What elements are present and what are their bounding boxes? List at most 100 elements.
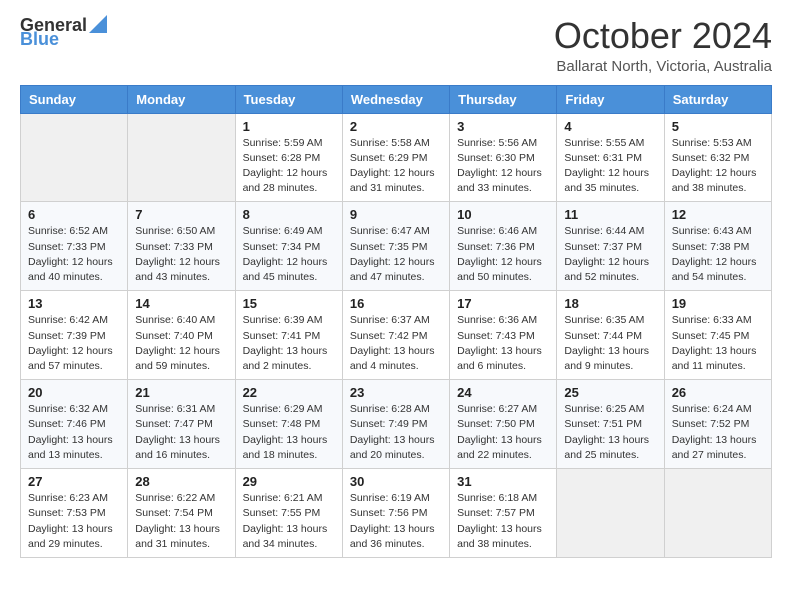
- calendar-week-3: 13 Sunrise: 6:42 AMSunset: 7:39 PMDayligh…: [21, 291, 772, 380]
- day-number: 31: [457, 474, 549, 489]
- day-info: Sunrise: 6:24 AMSunset: 7:52 PMDaylight:…: [672, 402, 764, 463]
- table-row: 21 Sunrise: 6:31 AMSunset: 7:47 PMDayligh…: [128, 380, 235, 469]
- table-row: 30Sunrise: 6:19 AMSunset: 7:56 PMDayligh…: [342, 469, 449, 558]
- page: General Blue October 2024 Ballarat North…: [0, 0, 792, 570]
- day-number: 8: [243, 207, 335, 222]
- day-number: 21: [135, 385, 227, 400]
- day-info: Sunrise: 6:33 AMSunset: 7:45 PMDaylight:…: [672, 313, 764, 374]
- calendar-table: Sunday Monday Tuesday Wednesday Thursday…: [20, 85, 772, 558]
- table-row: 27Sunrise: 6:23 AMSunset: 7:53 PMDayligh…: [21, 469, 128, 558]
- day-number: 9: [350, 207, 442, 222]
- table-row: 9Sunrise: 6:47 AMSunset: 7:35 PMDaylight…: [342, 202, 449, 291]
- day-info: Sunrise: 6:52 AMSunset: 7:33 PMDaylight:…: [28, 224, 120, 285]
- day-number: 28: [135, 474, 227, 489]
- table-row: 11Sunrise: 6:44 AMSunset: 7:37 PMDayligh…: [557, 202, 664, 291]
- header-friday: Friday: [557, 85, 664, 113]
- day-number: 16: [350, 296, 442, 311]
- table-row: [664, 469, 771, 558]
- day-info: Sunrise: 6:29 AMSunset: 7:48 PMDaylight:…: [243, 402, 335, 463]
- table-row: 2 Sunrise: 5:58 AMSunset: 6:29 PMDaylight…: [342, 113, 449, 202]
- header: General Blue October 2024 Ballarat North…: [20, 16, 772, 75]
- table-row: [21, 113, 128, 202]
- day-number: 17: [457, 296, 549, 311]
- header-tuesday: Tuesday: [235, 85, 342, 113]
- logo-blue: Blue: [20, 30, 59, 48]
- day-number: 13: [28, 296, 120, 311]
- table-row: 20 Sunrise: 6:32 AMSunset: 7:46 PMDayligh…: [21, 380, 128, 469]
- table-row: 3Sunrise: 5:56 AMSunset: 6:30 PMDaylight…: [450, 113, 557, 202]
- day-number: 5: [672, 119, 764, 134]
- calendar-header-row: Sunday Monday Tuesday Wednesday Thursday…: [21, 85, 772, 113]
- calendar-week-1: 1Sunrise: 5:59 AMSunset: 6:28 PMDaylight…: [21, 113, 772, 202]
- day-number: 19: [672, 296, 764, 311]
- day-number: 10: [457, 207, 549, 222]
- day-info: Sunrise: 6:19 AMSunset: 7:56 PMDaylight:…: [350, 491, 442, 552]
- day-number: 18: [564, 296, 656, 311]
- day-number: 14: [135, 296, 227, 311]
- day-info: Sunrise: 6:44 AMSunset: 7:37 PMDaylight:…: [564, 224, 656, 285]
- day-info: Sunrise: 6:39 AMSunset: 7:41 PMDaylight:…: [243, 313, 335, 374]
- title-area: October 2024 Ballarat North, Victoria, A…: [554, 16, 772, 75]
- table-row: 8 Sunrise: 6:49 AMSunset: 7:34 PMDaylight…: [235, 202, 342, 291]
- logo: General Blue: [20, 16, 107, 48]
- header-wednesday: Wednesday: [342, 85, 449, 113]
- calendar-week-4: 20 Sunrise: 6:32 AMSunset: 7:46 PMDayligh…: [21, 380, 772, 469]
- table-row: 22 Sunrise: 6:29 AMSunset: 7:48 PMDayligh…: [235, 380, 342, 469]
- table-row: 13 Sunrise: 6:42 AMSunset: 7:39 PMDayligh…: [21, 291, 128, 380]
- table-row: 25 Sunrise: 6:25 AMSunset: 7:51 PMDayligh…: [557, 380, 664, 469]
- day-number: 24: [457, 385, 549, 400]
- day-number: 26: [672, 385, 764, 400]
- header-saturday: Saturday: [664, 85, 771, 113]
- calendar-week-2: 6 Sunrise: 6:52 AMSunset: 7:33 PMDaylight…: [21, 202, 772, 291]
- day-number: 20: [28, 385, 120, 400]
- header-sunday: Sunday: [21, 85, 128, 113]
- day-info: Sunrise: 6:27 AMSunset: 7:50 PMDaylight:…: [457, 402, 549, 463]
- table-row: 12Sunrise: 6:43 AMSunset: 7:38 PMDayligh…: [664, 202, 771, 291]
- day-info: Sunrise: 6:36 AMSunset: 7:43 PMDaylight:…: [457, 313, 549, 374]
- day-number: 27: [28, 474, 120, 489]
- day-info: Sunrise: 6:21 AMSunset: 7:55 PMDaylight:…: [243, 491, 335, 552]
- day-number: 1: [243, 119, 335, 134]
- day-number: 29: [243, 474, 335, 489]
- day-info: Sunrise: 5:58 AMSunset: 6:29 PMDaylight:…: [350, 136, 442, 197]
- table-row: 5 Sunrise: 5:53 AMSunset: 6:32 PMDaylight…: [664, 113, 771, 202]
- day-number: 6: [28, 207, 120, 222]
- day-info: Sunrise: 6:35 AMSunset: 7:44 PMDaylight:…: [564, 313, 656, 374]
- table-row: 29 Sunrise: 6:21 AMSunset: 7:55 PMDayligh…: [235, 469, 342, 558]
- day-info: Sunrise: 6:22 AMSunset: 7:54 PMDaylight:…: [135, 491, 227, 552]
- day-info: Sunrise: 6:25 AMSunset: 7:51 PMDaylight:…: [564, 402, 656, 463]
- table-row: 17 Sunrise: 6:36 AMSunset: 7:43 PMDayligh…: [450, 291, 557, 380]
- table-row: 4 Sunrise: 5:55 AMSunset: 6:31 PMDaylight…: [557, 113, 664, 202]
- day-number: 25: [564, 385, 656, 400]
- day-number: 4: [564, 119, 656, 134]
- day-info: Sunrise: 6:46 AMSunset: 7:36 PMDaylight:…: [457, 224, 549, 285]
- day-info: Sunrise: 6:28 AMSunset: 7:49 PMDaylight:…: [350, 402, 442, 463]
- day-number: 12: [672, 207, 764, 222]
- day-info: Sunrise: 6:49 AMSunset: 7:34 PMDaylight:…: [243, 224, 335, 285]
- calendar-week-5: 27Sunrise: 6:23 AMSunset: 7:53 PMDayligh…: [21, 469, 772, 558]
- month-title: October 2024: [554, 16, 772, 56]
- day-info: Sunrise: 6:50 AMSunset: 7:33 PMDaylight:…: [135, 224, 227, 285]
- table-row: 16Sunrise: 6:37 AMSunset: 7:42 PMDayligh…: [342, 291, 449, 380]
- day-info: Sunrise: 5:56 AMSunset: 6:30 PMDaylight:…: [457, 136, 549, 197]
- table-row: 24 Sunrise: 6:27 AMSunset: 7:50 PMDayligh…: [450, 380, 557, 469]
- location-title: Ballarat North, Victoria, Australia: [554, 58, 772, 75]
- table-row: 14Sunrise: 6:40 AMSunset: 7:40 PMDayligh…: [128, 291, 235, 380]
- day-info: Sunrise: 6:18 AMSunset: 7:57 PMDaylight:…: [457, 491, 549, 552]
- day-info: Sunrise: 6:32 AMSunset: 7:46 PMDaylight:…: [28, 402, 120, 463]
- day-number: 2: [350, 119, 442, 134]
- table-row: 15 Sunrise: 6:39 AMSunset: 7:41 PMDayligh…: [235, 291, 342, 380]
- table-row: 18 Sunrise: 6:35 AMSunset: 7:44 PMDayligh…: [557, 291, 664, 380]
- day-info: Sunrise: 6:42 AMSunset: 7:39 PMDaylight:…: [28, 313, 120, 374]
- logo-icon: [89, 15, 107, 33]
- day-info: Sunrise: 5:53 AMSunset: 6:32 PMDaylight:…: [672, 136, 764, 197]
- day-number: 7: [135, 207, 227, 222]
- day-info: Sunrise: 5:55 AMSunset: 6:31 PMDaylight:…: [564, 136, 656, 197]
- day-number: 22: [243, 385, 335, 400]
- header-thursday: Thursday: [450, 85, 557, 113]
- table-row: 1Sunrise: 5:59 AMSunset: 6:28 PMDaylight…: [235, 113, 342, 202]
- day-number: 15: [243, 296, 335, 311]
- day-number: 23: [350, 385, 442, 400]
- day-info: Sunrise: 6:31 AMSunset: 7:47 PMDaylight:…: [135, 402, 227, 463]
- table-row: 31 Sunrise: 6:18 AMSunset: 7:57 PMDayligh…: [450, 469, 557, 558]
